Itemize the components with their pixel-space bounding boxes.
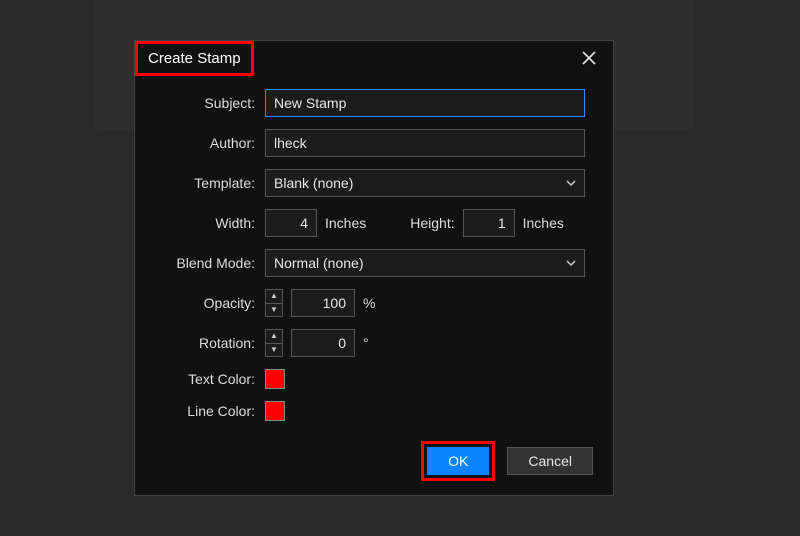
rotation-step-down[interactable]: ▼ <box>266 344 282 357</box>
chevron-down-icon <box>566 178 576 188</box>
dialog-footer: OK Cancel <box>421 441 593 481</box>
opacity-input[interactable] <box>291 289 355 317</box>
ok-highlight: OK <box>421 441 495 481</box>
blend-value: Normal (none) <box>274 255 363 271</box>
chevron-down-icon <box>566 258 576 268</box>
textcolor-label: Text Color: <box>135 371 265 387</box>
textcolor-swatch[interactable] <box>265 369 285 389</box>
subject-input[interactable] <box>265 89 585 117</box>
cancel-button[interactable]: Cancel <box>507 447 593 475</box>
rotation-stepper[interactable]: ▲ ▼ <box>265 329 283 357</box>
opacity-unit: % <box>363 295 375 311</box>
opacity-label: Opacity: <box>135 295 265 311</box>
dialog-title: Create Stamp <box>135 41 254 76</box>
template-label: Template: <box>135 175 265 191</box>
height-unit: Inches <box>523 215 564 231</box>
subject-label: Subject: <box>135 95 265 111</box>
opacity-step-up[interactable]: ▲ <box>266 290 282 304</box>
rotation-step-up[interactable]: ▲ <box>266 330 282 344</box>
width-input[interactable] <box>265 209 317 237</box>
ok-button[interactable]: OK <box>427 447 489 475</box>
width-unit: Inches <box>325 215 366 231</box>
author-label: Author: <box>135 135 265 151</box>
dialog-body: Subject: Author: Template: Blank (none) … <box>135 75 613 443</box>
rotation-unit: ° <box>363 335 369 351</box>
create-stamp-dialog: Create Stamp Subject: Author: Template: … <box>134 40 614 496</box>
linecolor-swatch[interactable] <box>265 401 285 421</box>
opacity-stepper[interactable]: ▲ ▼ <box>265 289 283 317</box>
close-icon[interactable] <box>573 44 605 72</box>
width-label: Width: <box>135 215 265 231</box>
height-input[interactable] <box>463 209 515 237</box>
height-label: Height: <box>410 215 454 231</box>
rotation-label: Rotation: <box>135 335 265 351</box>
template-select[interactable]: Blank (none) <box>265 169 585 197</box>
blend-label: Blend Mode: <box>135 255 265 271</box>
rotation-input[interactable] <box>291 329 355 357</box>
linecolor-label: Line Color: <box>135 403 265 419</box>
opacity-step-down[interactable]: ▼ <box>266 304 282 317</box>
dialog-titlebar: Create Stamp <box>135 41 613 75</box>
template-value: Blank (none) <box>274 175 353 191</box>
blend-select[interactable]: Normal (none) <box>265 249 585 277</box>
author-input[interactable] <box>265 129 585 157</box>
